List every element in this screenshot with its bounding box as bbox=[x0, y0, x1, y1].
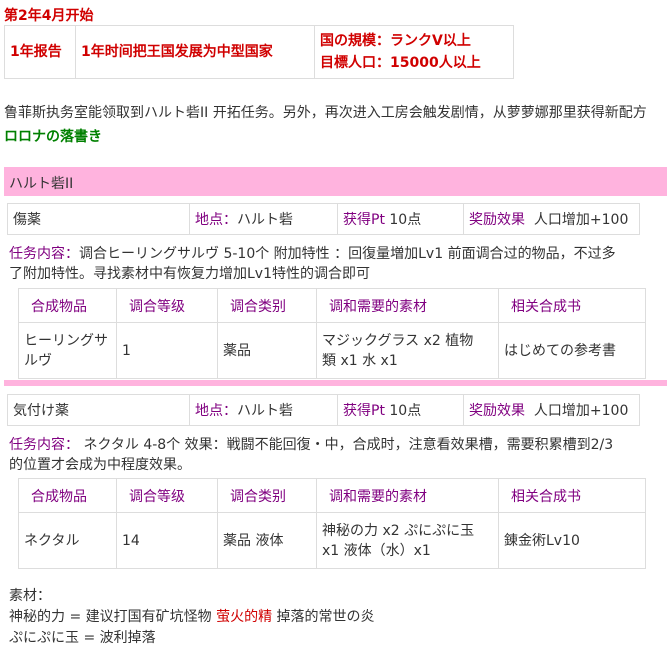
notes-text: 掉落的常世の炎 bbox=[272, 609, 375, 625]
reward-value: 人口增加+100 bbox=[533, 403, 629, 419]
task-pt: 获得Pt 10点 bbox=[337, 394, 464, 426]
reward-value: 人口增加+100 bbox=[533, 212, 629, 228]
task-content: 任务内容： ネクタル 4-8个 效果：戦闘不能回復・中，合成时，注意看效果槽，需… bbox=[9, 435, 663, 475]
notes-line: ぷにぷに玉 = 波利掉落 bbox=[9, 630, 156, 646]
materials-text: マジックグラス x2 植物 bbox=[322, 332, 474, 349]
item-cell: ヒーリングサ ルヴ bbox=[18, 322, 117, 379]
item-text: ネクタル bbox=[24, 532, 80, 549]
table-row: ネクタル 14 薬品 液体 神秘の力 x2 ぷにぷに玉 x1 液体（水）x1 錬金… bbox=[18, 512, 646, 569]
materials-notes: 素材： 神秘的力 = 建议打国有矿坑怪物 萤火的精 掉落的常世の炎 ぷにぷに玉 … bbox=[9, 586, 375, 649]
column-header: 合成物品 bbox=[18, 288, 117, 323]
column-header: 调合等级 bbox=[116, 478, 218, 513]
task-pt: 获得Pt 10点 bbox=[337, 203, 464, 235]
requirement-population: 目標人口：15000人以上 bbox=[320, 55, 481, 71]
task-row: 気付け薬 地点：ハルト砦 获得Pt 10点 奖励效果 人口增加+100 bbox=[7, 394, 640, 426]
column-header: 调合类别 bbox=[217, 288, 317, 323]
category-cell: 薬品 bbox=[217, 322, 317, 379]
item-text: ルヴ bbox=[24, 352, 52, 369]
table-row: ヒーリングサ ルヴ 1 薬品 マジックグラス x2 植物類 x1 水 x1 はじめ… bbox=[18, 322, 646, 379]
materials-cell: マジックグラス x2 植物類 x1 水 x1 bbox=[316, 322, 499, 379]
task-content-text: ネクタル 4-8个 效果：戦闘不能回復・中，合成时，注意看效果槽，需要积累槽到2… bbox=[79, 437, 614, 453]
task-content-text: 了附加特性。寻找素材中有恢复力增加Lv1特性的调合即可 bbox=[9, 266, 370, 282]
notes-line: 神秘的力 = 建议打国有矿坑怪物 萤火的精 掉落的常世の炎 bbox=[9, 607, 375, 628]
report-requirements: 国の規模：ランクV以上 目標人口：15000人以上 bbox=[314, 25, 514, 79]
location-value: ハルト砦 bbox=[237, 403, 293, 419]
task-content: 任务内容：调合ヒーリングサルヴ 5-10个 附加特性 ：回復量増加Lv1 前面调… bbox=[9, 244, 663, 284]
item-text: ヒーリングサ bbox=[24, 332, 108, 349]
level-cell: 1 bbox=[116, 322, 218, 379]
location-value: ハルト砦 bbox=[237, 212, 293, 228]
monster-name: 萤火的精 bbox=[216, 609, 273, 625]
column-header: 相关合成书 bbox=[498, 478, 646, 513]
reward-label: 奖励效果 bbox=[469, 403, 525, 419]
category-cell: 薬品 液体 bbox=[217, 512, 317, 569]
column-header: 调合等级 bbox=[116, 288, 218, 323]
column-header: 合成物品 bbox=[18, 478, 117, 513]
book-cell: 錬金術Lv10 bbox=[498, 512, 646, 569]
task-content-label: 任务内容： bbox=[9, 246, 79, 262]
task-name: 気付け薬 bbox=[7, 394, 190, 426]
task-row: 傷薬 地点：ハルト砦 获得Pt 10点 奖励效果 人口增加+100 bbox=[7, 203, 640, 235]
page-heading: 第2年4月开始 bbox=[4, 8, 94, 24]
task-reward: 奖励效果 人口增加+100 bbox=[463, 394, 640, 426]
report-table: 1年报告 1年时间把王国发展为中型国家 国の規模：ランクV以上 目標人口：150… bbox=[4, 25, 514, 79]
task-reward: 奖励效果 人口增加+100 bbox=[463, 203, 640, 235]
level-cell: 14 bbox=[116, 512, 218, 569]
section-title: ハルト砦II bbox=[9, 176, 74, 192]
task-content-text: 的位置才会成为中程度效果。 bbox=[9, 457, 191, 473]
pt-value: 10点 bbox=[389, 212, 422, 228]
column-header: 调和需要的素材 bbox=[316, 478, 499, 513]
notes-text: 神秘的力 = 建议打国有矿坑怪物 bbox=[9, 609, 217, 625]
book-cell: はじめての参考書 bbox=[498, 322, 646, 379]
page: { "heading": "第2年4月开始", "report": { "lab… bbox=[0, 0, 667, 654]
pt-value: 10点 bbox=[389, 403, 422, 419]
report-goal: 1年时间把王国发展为中型国家 bbox=[75, 25, 315, 79]
materials-text: 類 x1 水 x1 bbox=[322, 352, 398, 369]
notes-title: 素材： bbox=[9, 588, 51, 604]
intro-text: 鲁菲斯执务室能领取到ハルト砦II 开拓任务。另外，再次进入工房会触发剧情，从萝萝… bbox=[4, 101, 647, 149]
materials-text: x1 液体（水）x1 bbox=[322, 542, 431, 559]
reward-label: 奖励效果 bbox=[469, 212, 525, 228]
section-divider bbox=[4, 380, 667, 386]
pt-label: 获得Pt bbox=[343, 403, 385, 419]
task-content-text: 调合ヒーリングサルヴ 5-10个 附加特性 ：回復量増加Lv1 前面调合过的物品… bbox=[79, 246, 616, 262]
report-label: 1年报告 bbox=[4, 25, 76, 79]
section-header: ハルト砦II bbox=[4, 167, 667, 196]
item-cell: ネクタル bbox=[18, 512, 117, 569]
location-label: 地点： bbox=[195, 212, 237, 228]
intro-line: 鲁菲斯执务室能领取到ハルト砦II 开拓任务。另外，再次进入工房会触发剧情，从萝萝… bbox=[4, 105, 647, 121]
column-header: 调合类别 bbox=[217, 478, 317, 513]
materials-table: 合成物品 调合等级 调合类别 调和需要的素材 相关合成书 ネクタル 14 薬品 … bbox=[18, 478, 646, 569]
task-location: 地点：ハルト砦 bbox=[189, 203, 338, 235]
column-header: 相关合成书 bbox=[498, 288, 646, 323]
materials-cell: 神秘の力 x2 ぷにぷに玉 x1 液体（水）x1 bbox=[316, 512, 499, 569]
column-header: 调和需要的素材 bbox=[316, 288, 499, 323]
recipe-name: ロロナの落書き bbox=[4, 129, 102, 145]
requirement-scale: 国の規模：ランクV以上 bbox=[320, 33, 471, 49]
task-content-label: 任务内容： bbox=[9, 437, 79, 453]
task-name: 傷薬 bbox=[7, 203, 190, 235]
materials-text: 神秘の力 x2 ぷにぷに玉 bbox=[322, 522, 475, 539]
pt-label: 获得Pt bbox=[343, 212, 385, 228]
materials-table: 合成物品 调合等级 调合类别 调和需要的素材 相关合成书 ヒーリングサ ルヴ 1 … bbox=[18, 288, 646, 379]
task-location: 地点：ハルト砦 bbox=[189, 394, 338, 426]
location-label: 地点： bbox=[195, 403, 237, 419]
